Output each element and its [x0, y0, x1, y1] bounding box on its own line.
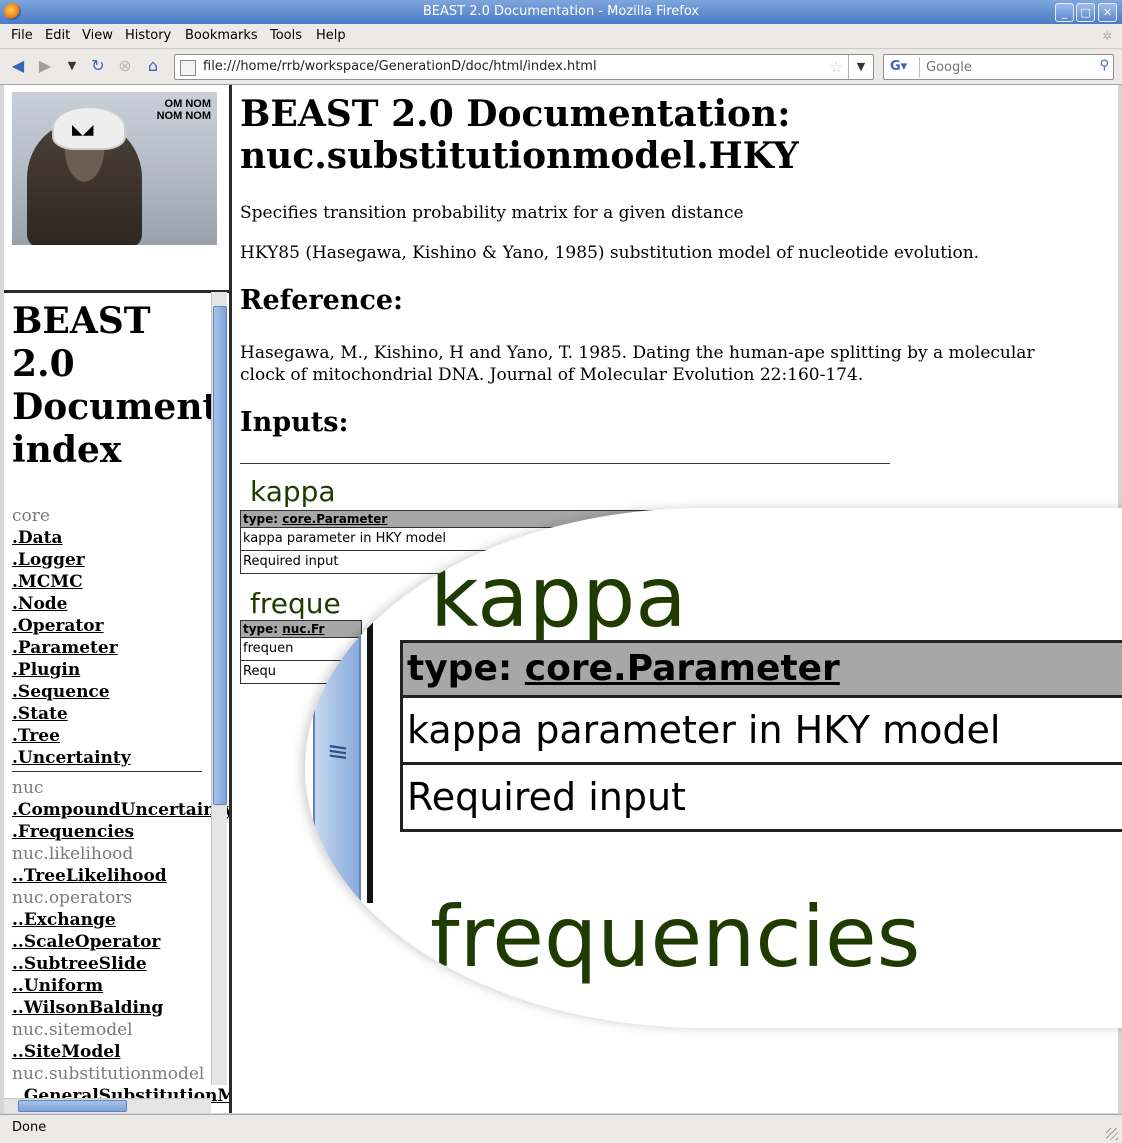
- throbber-icon: ✲: [1102, 29, 1113, 43]
- google-engine-icon[interactable]: G▾: [886, 57, 920, 77]
- magnified-input-table: type: core.Parameter kappa parameter in …: [400, 640, 1122, 832]
- resize-grip-icon[interactable]: [1106, 1128, 1118, 1140]
- magnified-type-row: type: core.Parameter: [403, 643, 1122, 698]
- frame-divider[interactable]: [229, 85, 232, 1113]
- address-bar[interactable]: file:///home/rrb/workspace/GenerationD/d…: [174, 54, 874, 80]
- magnified-scroll-thumb: ≡: [313, 599, 361, 911]
- menu-edit[interactable]: Edit: [45, 28, 70, 43]
- monster-eyes-icon: ◣◢: [72, 122, 94, 138]
- index-link[interactable]: .Node: [12, 594, 68, 614]
- description-detail: HKY85 (Hasegawa, Kishino & Yano, 1985) s…: [240, 243, 980, 263]
- close-button[interactable]: ✕: [1098, 3, 1117, 22]
- home-icon[interactable]: ⌂: [143, 56, 163, 76]
- index-package-label: nuc.likelihood: [12, 844, 134, 864]
- index-link[interactable]: ..Exchange: [12, 910, 116, 930]
- menu-view[interactable]: View: [82, 28, 113, 43]
- navigation-toolbar: ◀ ▶ ▼ ↻ ⊗ ⌂ file:///home/rrb/workspace/G…: [0, 49, 1122, 85]
- index-vertical-scroll-thumb[interactable]: [213, 306, 227, 805]
- index-link[interactable]: ..WilsonBalding: [12, 998, 163, 1018]
- menu-help[interactable]: Help: [316, 28, 346, 43]
- search-input[interactable]: [924, 57, 1088, 77]
- page-title: BEAST 2.0 Documentation: nuc.substitutio…: [240, 93, 799, 177]
- index-link[interactable]: ..SubtreeSlide: [12, 954, 147, 974]
- index-package-label: nuc.operators: [12, 888, 133, 908]
- search-bar[interactable]: G▾ ⚲: [883, 54, 1114, 80]
- index-package-label: nuc: [12, 778, 44, 798]
- index-link[interactable]: .Frequencies: [12, 822, 134, 842]
- status-bar: Done: [0, 1114, 1122, 1143]
- index-link[interactable]: .CompoundUncertainty: [12, 800, 229, 820]
- index-link[interactable]: .Parameter: [12, 638, 118, 658]
- menu-file[interactable]: File: [11, 28, 33, 43]
- menu-bar: File Edit View History Bookmarks Tools H…: [0, 24, 1122, 49]
- index-link[interactable]: ..ScaleOperator: [12, 932, 160, 952]
- index-link[interactable]: ..TreeLikelihood: [12, 866, 167, 886]
- back-icon[interactable]: ◀: [8, 56, 28, 76]
- index-package-label: nuc.substitutionmodel: [12, 1064, 205, 1084]
- input-name-kappa: kappa: [250, 475, 336, 508]
- index-horizontal-scroll-thumb[interactable]: [18, 1100, 127, 1112]
- address-dropdown-icon[interactable]: ▼: [848, 55, 873, 79]
- inputs-rule: [240, 463, 890, 464]
- index-horizontal-scrollbar[interactable]: [4, 1098, 211, 1113]
- index-vertical-scrollbar[interactable]: [211, 292, 227, 1085]
- index-package-label: nuc.sitemodel: [12, 1020, 133, 1040]
- index-link[interactable]: .Uncertainty: [12, 748, 131, 768]
- logo-image: ◣◢ OM NOM NOM NOM: [12, 92, 217, 245]
- logo-caption: OM NOM NOM NOM: [156, 98, 211, 122]
- bookmark-star-icon[interactable]: ☆: [830, 58, 843, 76]
- address-url[interactable]: file:///home/rrb/workspace/GenerationD/d…: [203, 59, 597, 74]
- inputs-heading: Inputs:: [240, 407, 349, 438]
- index-link[interactable]: .MCMC: [12, 572, 83, 592]
- status-text: Done: [12, 1120, 47, 1135]
- menu-history[interactable]: History: [125, 28, 171, 43]
- description-summary: Specifies transition probability matrix …: [240, 203, 744, 223]
- index-package-label: core: [12, 506, 50, 526]
- maximize-button[interactable]: □: [1076, 3, 1095, 22]
- page-icon: [180, 60, 196, 76]
- reference-text: Hasegawa, M., Kishino, H and Yano, T. 19…: [240, 343, 1035, 385]
- magnified-desc-row: kappa parameter in HKY model: [403, 698, 1122, 765]
- history-dropdown-icon[interactable]: ▼: [62, 56, 82, 76]
- index-heading: BEAST 2.0 Documentation index: [12, 300, 212, 471]
- menu-bookmarks[interactable]: Bookmarks: [185, 28, 258, 43]
- grip-icon: ≡: [327, 735, 349, 769]
- window-title: BEAST 2.0 Documentation - Mozilla Firefo…: [422, 4, 700, 19]
- index-link[interactable]: .Data: [12, 528, 63, 548]
- stop-icon[interactable]: ⊗: [115, 56, 135, 76]
- index-link[interactable]: .State: [12, 704, 68, 724]
- magnified-frame-divider: [367, 583, 373, 903]
- menu-tools[interactable]: Tools: [270, 28, 302, 43]
- index-link[interactable]: .Sequence: [12, 682, 110, 702]
- magnified-input-name: kappa: [430, 548, 687, 646]
- left-frame: ◣◢ OM NOM NOM NOM BEAST 2.0 Documentatio…: [4, 85, 229, 1113]
- index-link[interactable]: .Operator: [12, 616, 104, 636]
- magnified-required-row: Required input: [407, 775, 686, 819]
- index-link[interactable]: ..SiteModel: [12, 1042, 121, 1062]
- index-link[interactable]: .Logger: [12, 550, 85, 570]
- index-link[interactable]: .Tree: [12, 726, 60, 746]
- minimize-button[interactable]: _: [1055, 3, 1074, 22]
- window-titlebar: BEAST 2.0 Documentation - Mozilla Firefo…: [0, 0, 1122, 24]
- index-frame: BEAST 2.0 Documentation index core.Data.…: [4, 292, 229, 1113]
- type-link[interactable]: core.Parameter: [282, 512, 387, 526]
- magnified-next-input-name: frequencies: [430, 888, 921, 986]
- reference-heading: Reference:: [240, 285, 404, 316]
- search-icon[interactable]: ⚲: [1099, 58, 1109, 73]
- index-link[interactable]: .Plugin: [12, 660, 80, 680]
- reload-icon[interactable]: ↻: [88, 56, 108, 76]
- forward-icon[interactable]: ▶: [35, 56, 55, 76]
- logo-frame: ◣◢ OM NOM NOM NOM: [4, 85, 229, 293]
- index-link[interactable]: ..Uniform: [12, 976, 103, 996]
- index-divider: [12, 771, 202, 772]
- magnifier-overlay: ≡ kappa type: core.Parameter kappa param…: [305, 508, 1122, 1028]
